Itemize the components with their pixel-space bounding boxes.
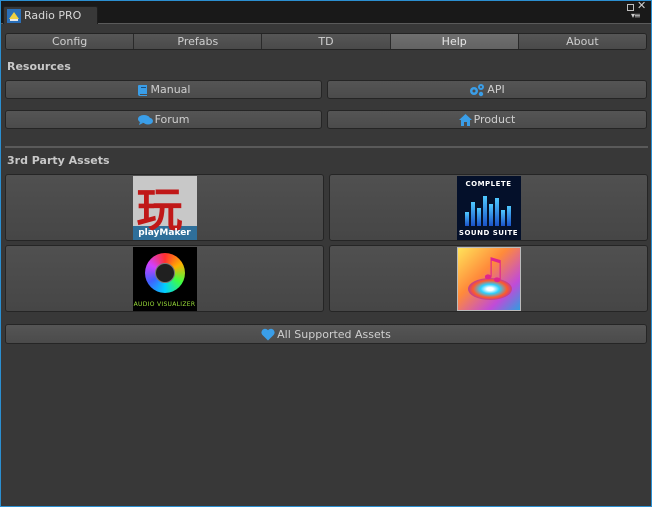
- all-supported-assets-button[interactable]: All Supported Assets: [5, 324, 647, 344]
- section-divider: [5, 146, 648, 148]
- maximize-icon[interactable]: [627, 4, 634, 11]
- music-note-logo: ♫: [456, 246, 521, 311]
- resources-heading: Resources: [7, 60, 71, 73]
- complete-sound-suite-logo: COMPLETE SOUND SUITE: [456, 175, 521, 240]
- equalizer-bar: [464, 211, 469, 226]
- equalizer-bar: [482, 195, 487, 226]
- api-button[interactable]: API: [327, 80, 647, 99]
- main-toolbar: Config Prefabs TD Help About: [5, 33, 647, 50]
- window-tab-title: Radio PRO: [24, 9, 82, 22]
- sound-suite-title: COMPLETE: [465, 179, 512, 188]
- tab-config[interactable]: Config: [6, 34, 135, 49]
- chat-icon: [137, 114, 153, 126]
- equalizer-bar: [494, 197, 499, 226]
- book-icon: [137, 84, 149, 96]
- equalizer-bar: [476, 207, 481, 226]
- equalizer-bar: [506, 205, 511, 226]
- tab-help[interactable]: Help: [390, 34, 519, 49]
- gears-icon: [469, 83, 485, 97]
- sound-suite-subtitle: SOUND SUITE: [458, 228, 519, 237]
- asset-button-music[interactable]: ♫: [329, 245, 648, 312]
- asset-button-playmaker[interactable]: 玩 playMaker: [5, 174, 324, 241]
- asset-button-audio-visualizer[interactable]: AUDIO VISUALIZER: [5, 245, 324, 312]
- api-button-label: API: [487, 83, 505, 96]
- playmaker-label: playMaker: [138, 227, 191, 238]
- tab-about[interactable]: About: [518, 34, 646, 49]
- heart-icon: [261, 328, 275, 341]
- product-button[interactable]: Product: [327, 110, 647, 129]
- equalizer-bar: [470, 201, 475, 226]
- third-party-heading: 3rd Party Assets: [7, 154, 110, 167]
- audio-visualizer-label: AUDIO VISUALIZER: [133, 300, 196, 308]
- window-tab[interactable]: Radio PRO: [3, 6, 98, 24]
- forum-button-label: Forum: [154, 113, 190, 126]
- product-button-label: Product: [473, 113, 516, 126]
- manual-button-label: Manual: [150, 83, 191, 96]
- home-icon: [458, 113, 472, 126]
- radio-pro-icon: [7, 8, 21, 23]
- audio-visualizer-logo: AUDIO VISUALIZER: [132, 246, 197, 311]
- manual-button[interactable]: Manual: [5, 80, 322, 99]
- window-menu-icon[interactable]: ▾≡: [631, 11, 641, 20]
- playmaker-logo: 玩 playMaker: [132, 175, 197, 240]
- editor-window: Radio PRO ✕ ▾≡ Config Prefabs TD Help Ab…: [0, 0, 652, 507]
- tab-prefabs[interactable]: Prefabs: [134, 34, 263, 49]
- window-controls: ✕ ▾≡: [625, 0, 647, 20]
- music-note-glyph: ♫: [479, 251, 507, 287]
- window-titlebar: Radio PRO ✕ ▾≡: [1, 0, 651, 24]
- tab-td[interactable]: TD: [262, 34, 391, 49]
- equalizer-bar: [488, 203, 493, 226]
- all-supported-assets-label: All Supported Assets: [277, 327, 391, 341]
- forum-button[interactable]: Forum: [5, 110, 322, 129]
- equalizer-bar: [500, 209, 505, 226]
- asset-button-sound-suite[interactable]: COMPLETE SOUND SUITE: [329, 174, 648, 241]
